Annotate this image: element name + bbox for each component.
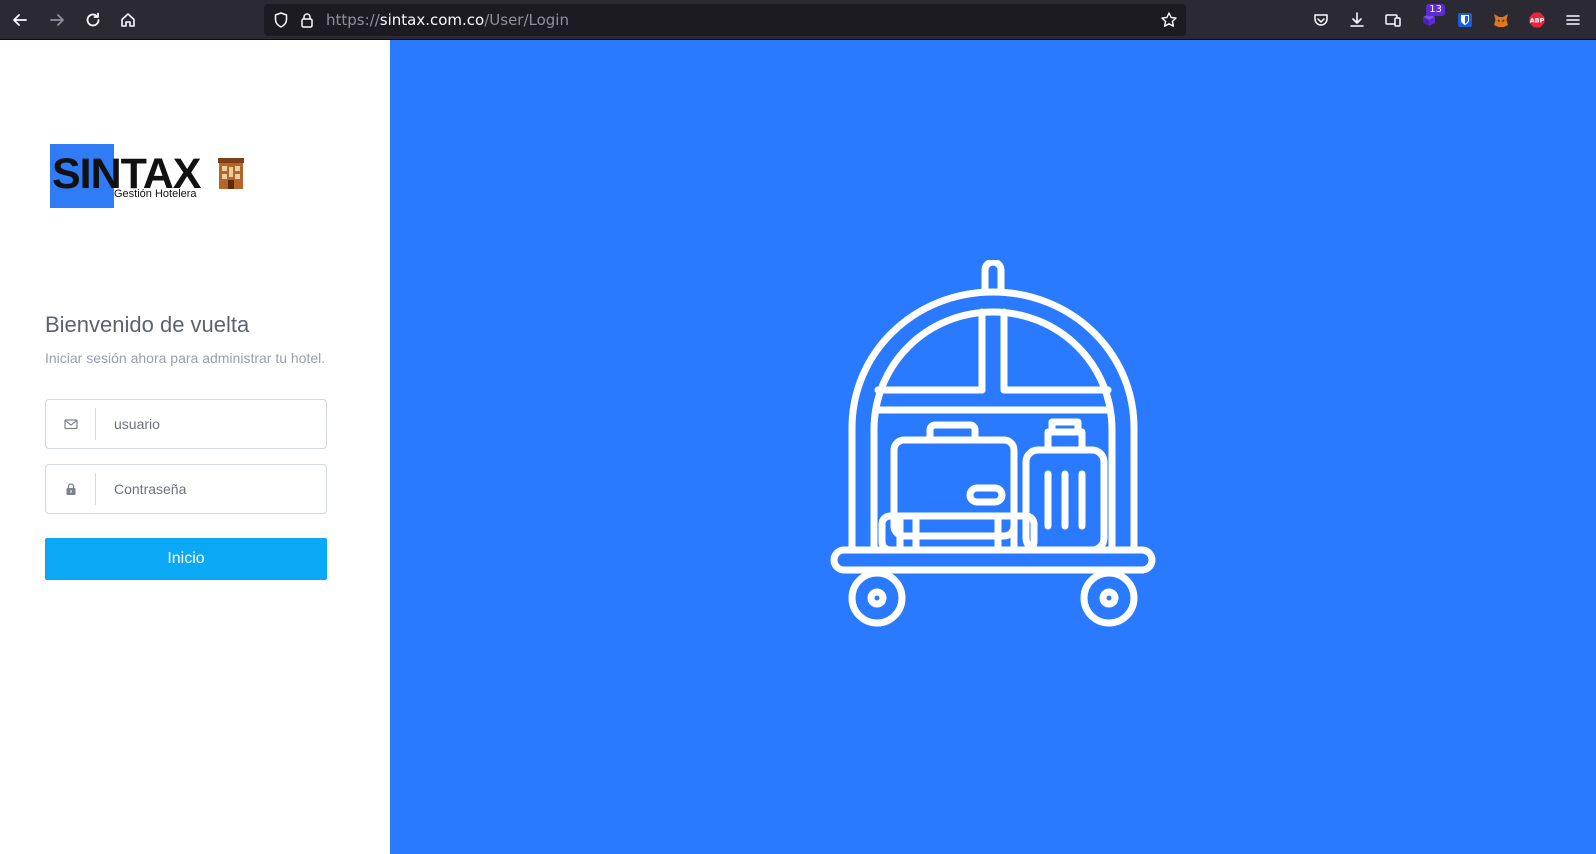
arrow-left-icon [13, 14, 27, 26]
metamask-button[interactable] [1489, 8, 1513, 32]
bitwarden-shield-icon [1458, 13, 1472, 27]
username-field[interactable] [45, 399, 327, 449]
address-bar[interactable]: https://sintax.com.co/User/Login [264, 4, 1186, 36]
reload-icon [86, 12, 100, 27]
downloads-button[interactable] [1345, 8, 1369, 32]
lock-icon [66, 483, 75, 495]
login-submit-button[interactable]: Inicio [45, 538, 327, 580]
reload-button[interactable] [79, 6, 107, 34]
url-host: sintax.com.co [379, 11, 485, 29]
bookmark-star-icon[interactable] [1160, 11, 1178, 29]
browser-toolbar: https://sintax.com.co/User/Login 13 ABP [0, 0, 1596, 40]
password-field[interactable] [45, 464, 327, 514]
arrow-right-icon [50, 14, 64, 26]
devices-icon [1385, 14, 1401, 27]
pocket-icon [1314, 14, 1328, 26]
pocket-button[interactable] [1309, 8, 1333, 32]
adblock-plus-button[interactable]: ABP [1525, 8, 1549, 32]
url-path: /User/Login [484, 11, 569, 29]
extension-badge-count: 13 [1426, 4, 1445, 16]
password-icon-box [46, 473, 96, 505]
menu-button[interactable] [1561, 8, 1585, 32]
home-button[interactable] [114, 6, 142, 34]
extension-badge-button[interactable]: 13 [1417, 4, 1445, 32]
metamask-fox-icon [1494, 14, 1508, 27]
luggage-cart-icon [830, 260, 1156, 627]
home-icon [121, 13, 135, 27]
welcome-subtitle: Iniciar sesión ahora para administrar tu… [45, 350, 326, 366]
hotel-building-icon [218, 158, 244, 189]
envelope-icon [63, 419, 78, 430]
adblock-plus-label: ABP [1530, 17, 1545, 25]
sintax-logo: SINTAX Gestión Hotelera [50, 144, 250, 214]
login-panel: SINTAX Gestión Hotelera Bienvenido de vu… [0, 40, 390, 854]
adblock-plus-icon: ABP [1529, 12, 1545, 28]
back-button[interactable] [6, 6, 34, 34]
download-icon [1350, 12, 1364, 27]
password-input[interactable] [104, 465, 319, 513]
username-input[interactable] [104, 400, 319, 448]
bitwarden-button[interactable] [1453, 8, 1477, 32]
url-scheme: https:// [326, 11, 380, 29]
lock-icon[interactable] [298, 11, 316, 29]
hero-panel [390, 40, 1596, 854]
logo-tagline: Gestión Hotelera [114, 188, 197, 200]
username-icon-box [46, 408, 96, 440]
forward-button[interactable] [43, 6, 71, 34]
shield-icon[interactable] [272, 11, 290, 29]
welcome-title: Bienvenido de vuelta [45, 312, 250, 337]
url-text[interactable]: https://sintax.com.co/User/Login [326, 4, 569, 36]
hamburger-menu-icon [1566, 15, 1580, 25]
responsive-design-button[interactable] [1381, 8, 1405, 32]
